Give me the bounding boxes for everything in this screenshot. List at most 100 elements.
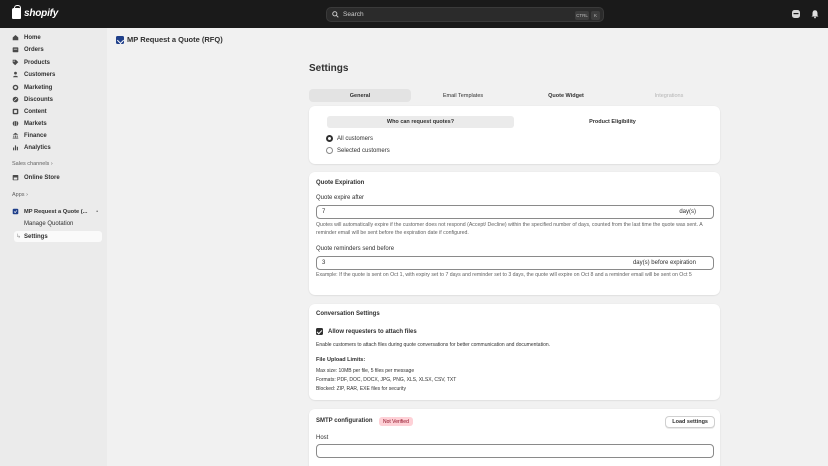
shortcut-key-k: K — [591, 10, 600, 20]
radio-all-customers[interactable]: All customers — [326, 135, 373, 142]
bar-chart-icon — [13, 145, 18, 151]
sidebar-item-label: Customers — [24, 71, 56, 78]
globe-icon — [12, 120, 19, 127]
reminder-suffix: day(s) before expiration — [632, 260, 696, 266]
sidebar-item-marketing[interactable]: Marketing — [4, 82, 102, 93]
limit-line: Formats: PDF, DOC, DOCX, JPG, PNG, XLS, … — [316, 377, 457, 383]
orders-icon — [12, 47, 19, 53]
radio-selected-icon — [326, 135, 333, 142]
reminder-input[interactable]: 3 day(s) before expiration — [316, 256, 714, 270]
sidebar-item-products[interactable]: Products — [4, 57, 102, 68]
sidebar-item-label: Settings — [24, 233, 48, 240]
who-can-request-card: Who can request quotes? Product Eligibil… — [309, 106, 720, 164]
load-settings-button[interactable]: Load settings — [665, 416, 715, 428]
chevron-right-icon: › — [50, 161, 53, 167]
subtab-who-can-request[interactable]: Who can request quotes? — [327, 116, 514, 128]
shopify-bag-icon — [12, 5, 21, 19]
sidebar-item-markets[interactable]: Markets — [4, 118, 102, 129]
sidebar-item-label: Home — [24, 34, 41, 41]
person-icon — [13, 71, 18, 78]
store-icon[interactable] — [791, 9, 801, 19]
host-input[interactable] — [316, 444, 714, 458]
page-title: MP Request a Quote (RFQ) — [127, 35, 223, 44]
bank-icon — [12, 132, 19, 139]
sidebar-item-label: Manage Quotation — [24, 220, 74, 227]
expire-suffix: day(s) — [679, 209, 696, 215]
app-icon — [12, 208, 19, 215]
sidebar-item-label: Discounts — [24, 96, 54, 103]
app-logo-icon — [116, 35, 124, 44]
sidebar-item-settings[interactable]: ↳ Settings — [14, 231, 102, 242]
radio-label: Selected customers — [337, 147, 390, 154]
sidebar-item-label: Finance — [24, 132, 47, 139]
search-placeholder: Search — [343, 11, 364, 18]
sidebar-item-discounts[interactable]: Discounts — [4, 94, 102, 105]
sidebar-item-label: Online Store — [24, 174, 60, 181]
sidebar-item-label: Products — [24, 59, 51, 66]
expire-after-value: 7 — [322, 209, 326, 215]
quote-expiration-title: Quote Expiration — [316, 180, 365, 186]
brand-name: shopify — [24, 8, 59, 19]
host-label: Host — [316, 435, 329, 441]
reminder-label: Quote reminders send before — [316, 246, 395, 252]
bell-icon[interactable] — [810, 9, 820, 19]
more-icon[interactable]: • — [96, 209, 98, 215]
sidebar-item-label: Content — [24, 108, 47, 115]
smtp-configuration-card: SMTP configuration Not Verified Load set… — [309, 409, 720, 466]
search-input[interactable]: Search CTRL K — [326, 7, 604, 22]
sidebar-item-label: Orders — [24, 46, 44, 53]
sidebar-item-customers[interactable]: Customers — [4, 69, 102, 80]
search-icon — [332, 11, 339, 18]
expire-after-label: Quote expire after — [316, 195, 365, 201]
subtab-product-eligibility[interactable]: Product Eligibility — [519, 116, 706, 128]
settings-tabs: General Email Templates Quote Widget Int… — [309, 89, 720, 103]
tree-branch-icon: ↳ — [16, 234, 22, 240]
home-icon — [12, 35, 19, 41]
target-icon — [12, 84, 19, 91]
shopify-logo[interactable]: shopify — [12, 5, 59, 19]
apps-heading[interactable]: Apps › — [12, 192, 28, 198]
checkbox-checked-icon — [316, 328, 323, 335]
apps-label: Apps — [12, 192, 25, 198]
sidebar-item-content[interactable]: Content — [4, 106, 102, 117]
tab-integrations: Integrations — [654, 92, 684, 99]
sidebar-item-label: MP Request a Quote (... — [24, 208, 88, 215]
expire-help-text: Quotes will automatically expire if the … — [316, 222, 703, 236]
conversation-settings-card: Conversation Settings Allow requesters t… — [309, 304, 720, 400]
tab-general[interactable]: General — [309, 89, 411, 102]
sidebar-item-analytics[interactable]: Analytics — [4, 142, 102, 153]
checkbox-label: Allow requesters to attach files — [328, 328, 417, 335]
expire-after-input[interactable]: 7 day(s) — [316, 205, 714, 219]
smtp-title: SMTP configuration — [316, 418, 373, 424]
reminder-help-text: Example: If the quote is sent on Oct 1, … — [316, 272, 692, 278]
sidebar-item-label: Analytics — [24, 144, 51, 151]
chevron-right-icon: › — [26, 192, 28, 198]
sidebar-item-finance[interactable]: Finance — [4, 130, 102, 141]
status-badge: Not Verified — [379, 417, 413, 426]
sidebar-item-app[interactable]: MP Request a Quote (... • — [4, 206, 102, 217]
top-bar: shopify Search CTRL K — [0, 0, 828, 28]
file-upload-limits-title: File Upload Limits: — [316, 357, 366, 363]
limit-line: Max size: 10MB per file, 5 files per mes… — [316, 368, 415, 374]
reminder-value: 3 — [322, 260, 326, 266]
storefront-icon — [12, 175, 19, 181]
tab-quote-widget[interactable]: Quote Widget — [515, 89, 617, 102]
radio-unselected-icon — [326, 147, 333, 154]
sidebar-item-home[interactable]: Home — [4, 32, 102, 43]
shortcut-key-ctrl: CTRL — [575, 10, 589, 20]
radio-label: All customers — [337, 135, 374, 142]
tag-icon — [12, 59, 19, 66]
page-header: MP Request a Quote (RFQ) — [116, 35, 223, 44]
conversation-settings-title: Conversation Settings — [316, 311, 380, 317]
limit-line: Blocked: ZIP, RAR, EXE files for securit… — [316, 386, 406, 392]
attach-files-checkbox[interactable]: Allow requesters to attach files — [316, 328, 417, 335]
sidebar-item-label: Markets — [24, 120, 47, 127]
sales-channels-heading[interactable]: Sales channels › — [12, 161, 53, 167]
sidebar-item-online-store[interactable]: Online Store — [4, 172, 102, 183]
quote-expiration-card: Quote Expiration Quote expire after 7 da… — [309, 172, 720, 295]
sales-channels-label: Sales channels — [12, 161, 50, 167]
sidebar-item-manage-quotation[interactable]: Manage Quotation — [14, 218, 102, 229]
sidebar-item-orders[interactable]: Orders — [4, 44, 102, 55]
radio-selected-customers[interactable]: Selected customers — [326, 147, 390, 154]
tab-email-templates[interactable]: Email Templates — [412, 89, 514, 102]
